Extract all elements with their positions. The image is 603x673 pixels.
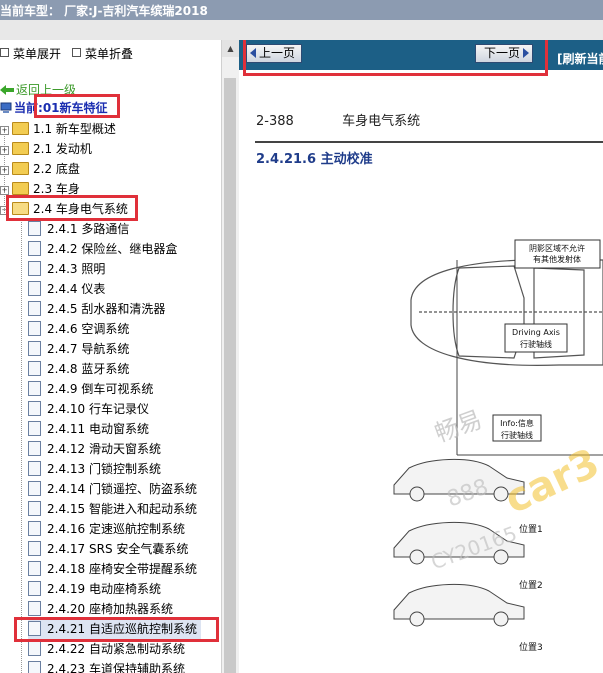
tree-toolbar: 菜单展开 菜单折叠 <box>0 40 221 64</box>
diagram-note-1: 阴影区域不允许 <box>529 243 585 253</box>
tree-line <box>21 220 22 673</box>
document-icon <box>28 281 41 296</box>
tree-child-item[interactable]: 2.4.4 仪表 <box>28 279 105 299</box>
info-label-1: Info:信息 <box>500 418 534 428</box>
tree-child-item[interactable]: 2.4.12 滑动天窗系统 <box>28 439 161 459</box>
tree-child-item[interactable]: 2.4.17 SRS 安全气囊系统 <box>28 539 188 559</box>
tree-child-item[interactable]: 2.4.13 门锁控制系统 <box>28 459 161 479</box>
tree-child-item[interactable]: 2.4.11 电动窗系统 <box>28 419 149 439</box>
back-arrow-icon <box>0 85 14 95</box>
highlight-selected-item <box>14 617 219 642</box>
document-icon <box>28 641 41 656</box>
tree-child-item[interactable]: 2.4.22 自动紧急制动系统 <box>28 639 185 659</box>
tree-child-item[interactable]: 2.4.20 座椅加热器系统 <box>28 599 173 619</box>
watermark-logo: car3 <box>498 440 603 523</box>
tree-child-item[interactable]: 2.4.14 门锁遥控、防盗系统 <box>28 479 197 499</box>
document-icon <box>28 561 41 576</box>
document-icon <box>28 521 41 536</box>
position-1-label: 位置1 <box>519 523 543 535</box>
refresh-link[interactable]: [刷新当前 <box>557 50 603 67</box>
doc-section-title: 2.4.21.6 主动校准 <box>256 152 373 167</box>
document-icon <box>28 221 41 236</box>
tree-child-item[interactable]: 2.4.18 座椅安全带提醒系统 <box>28 559 197 579</box>
tree-scrollbar[interactable]: ▲ <box>221 40 239 673</box>
document-icon <box>28 361 41 376</box>
calibration-diagram: 阴影区域不允许 有其他发射体 Driving Axis 行驶轴线 Info:信息… <box>393 239 603 653</box>
scrollbar-thumb[interactable] <box>224 78 236 673</box>
document-icon <box>28 341 41 356</box>
document-icon <box>28 601 41 616</box>
doc-page-number: 2-388 <box>256 114 294 129</box>
content-panel: 上一页 下一页 [刷新当前 2-388 车身电气系统 2.4.21.6 主动校准… <box>239 40 603 673</box>
svg-text:car3: car3 <box>498 440 603 523</box>
tree-child-item[interactable]: 2.4.8 蓝牙系统 <box>28 359 129 379</box>
tree-child-item[interactable]: 2.4.15 智能进入和起动系统 <box>28 499 197 519</box>
collapse-icon <box>72 48 81 57</box>
tree-child-item[interactable]: 2.4.3 照明 <box>28 259 105 279</box>
folder-icon <box>12 122 29 135</box>
tree-child-item[interactable]: 2.4.23 车道保持辅助系统 <box>28 659 185 673</box>
watermark-text-1: 畅易 <box>431 405 486 448</box>
highlight-body-electrical <box>6 195 138 221</box>
tree-item[interactable]: +2.2 底盘 <box>0 159 80 179</box>
car-side-view-icon <box>393 584 525 627</box>
computer-icon <box>0 102 12 113</box>
document-icon <box>28 661 41 673</box>
document-icon <box>28 381 41 396</box>
document-icon <box>28 541 41 556</box>
diagram-note-2: 有其他发射体 <box>533 254 581 264</box>
tree-child-item[interactable]: 2.4.6 空调系统 <box>28 319 129 339</box>
tree-child-item[interactable]: 2.4.5 刮水器和清洗器 <box>28 299 165 319</box>
document-icon <box>28 321 41 336</box>
folder-icon <box>12 182 29 195</box>
document-icon <box>28 441 41 456</box>
highlight-page-nav <box>243 40 548 76</box>
expand-toggle-icon[interactable]: + <box>0 166 9 175</box>
tree-child-item[interactable]: 2.4.1 多路通信 <box>28 219 129 239</box>
header-rule <box>255 141 603 143</box>
expand-icon <box>0 48 9 57</box>
document-icon <box>28 461 41 476</box>
document-icon <box>28 481 41 496</box>
document-icon <box>28 581 41 596</box>
document-icon <box>28 241 41 256</box>
collapse-menu-button[interactable]: 菜单折叠 <box>72 45 133 62</box>
expand-menu-button[interactable]: 菜单展开 <box>0 45 61 62</box>
document-icon <box>28 501 41 516</box>
driving-axis-en: Driving Axis <box>512 328 560 337</box>
tree-child-item[interactable]: 2.4.16 定速巡航控制系统 <box>28 519 185 539</box>
window-title: 当前车型： 厂家:J-吉利汽车缤瑞2018 <box>0 4 208 18</box>
folder-icon <box>12 162 29 175</box>
document-icon <box>28 261 41 276</box>
expand-toggle-icon[interactable]: + <box>0 126 9 135</box>
highlight-current-node <box>34 94 120 118</box>
info-label-2: 行驶轴线 <box>501 430 533 440</box>
folder-icon <box>12 142 29 155</box>
tree-child-item[interactable]: 2.4.7 导航系统 <box>28 339 129 359</box>
document-icon <box>28 301 41 316</box>
doc-chapter-title: 车身电气系统 <box>342 114 421 129</box>
doc-page-header: 2-388 车身电气系统 <box>256 110 420 129</box>
tree-item[interactable]: +2.1 发动机 <box>0 139 92 159</box>
title-bar: 当前车型： 厂家:J-吉利汽车缤瑞2018 <box>0 0 603 20</box>
scroll-up-icon[interactable]: ▲ <box>222 40 239 57</box>
tree-item[interactable]: +1.1 新车型概述 <box>0 119 116 139</box>
document-icon <box>28 401 41 416</box>
expand-toggle-icon[interactable]: + <box>0 146 9 155</box>
tree-child-item[interactable]: 2.4.2 保险丝、继电器盒 <box>28 239 177 259</box>
tree-child-item[interactable]: 2.4.9 倒车可视系统 <box>28 379 153 399</box>
document-icon <box>28 421 41 436</box>
position-3-label: 位置3 <box>519 641 543 653</box>
position-2-label: 位置2 <box>519 579 543 591</box>
tree-child-item[interactable]: 2.4.19 电动座椅系统 <box>28 579 161 599</box>
tree-panel: 菜单展开 菜单折叠 返回上一级 当前:01新车特征 +1.1 新车型概述 +2.… <box>0 40 222 673</box>
expand-toggle-icon[interactable]: + <box>0 186 9 195</box>
driving-axis-cn: 行驶轴线 <box>520 339 552 349</box>
tree-child-item[interactable]: 2.4.10 行车记录仪 <box>28 399 149 419</box>
